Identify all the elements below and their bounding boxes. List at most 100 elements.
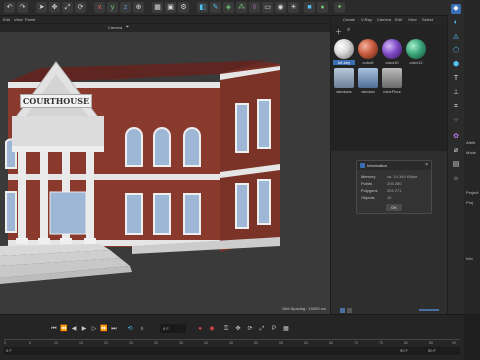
ruler-tick: 40 — [204, 341, 208, 345]
attributes-tab[interactable]: Attrib — [466, 140, 475, 145]
cube-primitive-icon[interactable]: ■ — [304, 2, 315, 13]
end-frame-field[interactable]: 90 F — [400, 348, 408, 353]
menu-panel[interactable]: Panel — [25, 17, 35, 22]
z-axis-icon[interactable]: z — [120, 2, 131, 13]
floor-icon[interactable]: ▭ — [262, 2, 273, 13]
key-param-icon[interactable]: P — [270, 325, 278, 333]
world-coord-icon[interactable]: ⊕ — [133, 2, 144, 13]
info-row-memory: Memory ca. 14 344 KByte — [361, 174, 417, 179]
pen-icon[interactable]: ✎ — [210, 2, 221, 13]
menu-create[interactable]: Create — [343, 17, 355, 22]
prev-key-icon[interactable]: ⏪ — [60, 325, 68, 333]
add-material-icon[interactable]: ＋ — [335, 27, 342, 37]
go-to-start-icon[interactable]: ⏮ — [50, 325, 58, 333]
loop-icon[interactable]: ⟲ — [126, 325, 134, 333]
material-swatch[interactable]: windows — [333, 68, 355, 94]
array-icon[interactable]: ⁂ — [236, 2, 247, 13]
y-axis-icon[interactable]: y — [107, 2, 118, 13]
light-icon[interactable]: ☀ — [288, 2, 299, 13]
axis-icon[interactable]: ⊥ — [451, 88, 461, 98]
material-label: brt-key — [333, 60, 355, 65]
key-position-icon[interactable]: ✥ — [234, 325, 242, 333]
sculpt-icon[interactable]: ✿ — [451, 132, 461, 142]
redo-icon[interactable]: ↷ — [17, 2, 28, 13]
next-frame-icon[interactable]: ▷ — [90, 325, 98, 333]
timeline-ruler[interactable]: 0 5 10 15 20 25 30 35 40 45 50 55 60 65 … — [4, 339, 460, 345]
layout-list-icon[interactable] — [347, 308, 352, 313]
material-swatch[interactable]: brt-key — [333, 39, 355, 65]
scale-icon[interactable]: ⤢ — [62, 2, 73, 13]
brush-icon[interactable]: ⌀ — [451, 146, 461, 156]
undo-icon[interactable]: ↶ — [4, 2, 15, 13]
camera-icon[interactable]: ⌖ — [126, 24, 129, 30]
play-icon[interactable]: ▶ — [80, 325, 88, 333]
material-swatch[interactable]: color10 — [381, 39, 403, 65]
live-select-icon[interactable]: ➤ — [36, 2, 47, 13]
courthouse-model: ⚖ — [0, 60, 280, 284]
material-swatch[interactable]: colorFloor — [381, 68, 403, 94]
right-toolbar: ◆ ◐ ◬ ⬡ ⬢ T ⊥ ⌗ ⁘ ✿ ⌀ ▤ ☼ — [448, 0, 464, 314]
frame-range-bar[interactable]: 0 F 90 F 90 F — [4, 347, 460, 355]
next-key-icon[interactable]: ⏩ — [100, 325, 108, 333]
auto-key-icon[interactable]: ◉ — [208, 325, 216, 333]
key-rotation-icon[interactable]: ⟳ — [246, 325, 254, 333]
mode-label[interactable]: Mode — [466, 150, 476, 155]
sphere-primitive-icon[interactable]: ● — [317, 2, 328, 13]
keyframe-icon[interactable]: ⬨ — [138, 325, 146, 333]
render-region-icon[interactable]: ▦ — [152, 2, 163, 13]
menu-edit[interactable]: Edit — [3, 17, 10, 22]
model-icon[interactable]: ⬢ — [451, 60, 461, 70]
close-icon[interactable]: × — [425, 161, 428, 170]
deformer-icon[interactable]: ◊ — [249, 2, 260, 13]
menu-vray[interactable]: V-Ray — [361, 17, 372, 22]
render-view-icon[interactable]: ▣ — [165, 2, 176, 13]
tags-icon[interactable]: ⁘ — [451, 116, 461, 126]
menu-edit[interactable]: Edit — [395, 17, 402, 22]
subdivision-icon[interactable]: ◈ — [223, 2, 234, 13]
cube-icon[interactable]: ⬡ — [451, 46, 461, 56]
camera-icon[interactable]: ◉ — [275, 2, 286, 13]
snap-icon[interactable]: ⌗ — [451, 102, 461, 112]
light-bulb-icon[interactable]: ☼ — [451, 174, 461, 184]
menu-view[interactable]: View — [408, 17, 417, 22]
move-icon[interactable]: ✥ — [49, 2, 60, 13]
material-label: color12 — [409, 60, 423, 65]
project-label: Project — [466, 190, 479, 195]
cube-icon[interactable]: ◧ — [197, 2, 208, 13]
scroll-handle[interactable] — [419, 309, 439, 311]
ruler-tick: 75 — [379, 341, 383, 345]
ruler-tick: 10 — [54, 341, 58, 345]
key-selection-icon[interactable]: ⚿ — [222, 325, 230, 333]
material-preview — [358, 39, 378, 59]
end-frame-field-2[interactable]: 90 F — [428, 348, 436, 353]
ok-button[interactable]: OK — [386, 204, 402, 211]
x-axis-icon[interactable]: x — [94, 2, 105, 13]
key-scale-icon[interactable]: ⤢ — [258, 325, 266, 333]
menu-view[interactable]: View — [14, 17, 23, 22]
rotate-icon[interactable]: ⟳ — [75, 2, 86, 13]
viewport-camera-label[interactable]: Camera — [108, 25, 122, 30]
record-icon[interactable]: ● — [196, 325, 204, 333]
material-swatch[interactable]: color12 — [405, 39, 427, 65]
render-settings-icon[interactable]: ⚙ — [178, 2, 189, 13]
tag-icon[interactable]: ✦ — [334, 2, 345, 13]
polygon-mode-icon[interactable]: ◬ — [451, 32, 461, 42]
go-to-end-icon[interactable]: ⏭ — [110, 325, 118, 333]
text-tool-icon[interactable]: T — [451, 74, 461, 84]
layer-icon[interactable]: ▤ — [451, 160, 461, 170]
material-swatch[interactable]: color6 — [357, 39, 379, 65]
tool-icon[interactable]: ◐ — [451, 18, 461, 28]
menu-camera[interactable]: Camera — [377, 17, 391, 22]
objects-icon[interactable]: ◆ — [451, 4, 461, 14]
material-swatch[interactable]: window — [357, 68, 379, 94]
current-frame-field[interactable]: 0 F — [160, 324, 186, 333]
menu-select[interactable]: Select — [422, 17, 433, 22]
prev-frame-icon[interactable]: ◀ — [70, 325, 78, 333]
3d-viewport[interactable]: ⚖ COURTHOUSE Grid Spacing : 10000 cm — [0, 32, 330, 314]
key-pla-icon[interactable]: ▦ — [282, 325, 290, 333]
start-frame-field[interactable]: 0 F — [6, 348, 12, 353]
grid-spacing-label: Grid Spacing : 10000 cm — [281, 306, 326, 311]
material-menu: Create V-Ray Camera Edit View Select — [331, 16, 447, 24]
layout-grid-icon[interactable] — [340, 308, 345, 313]
search-icon[interactable]: ⌕ — [347, 27, 350, 34]
